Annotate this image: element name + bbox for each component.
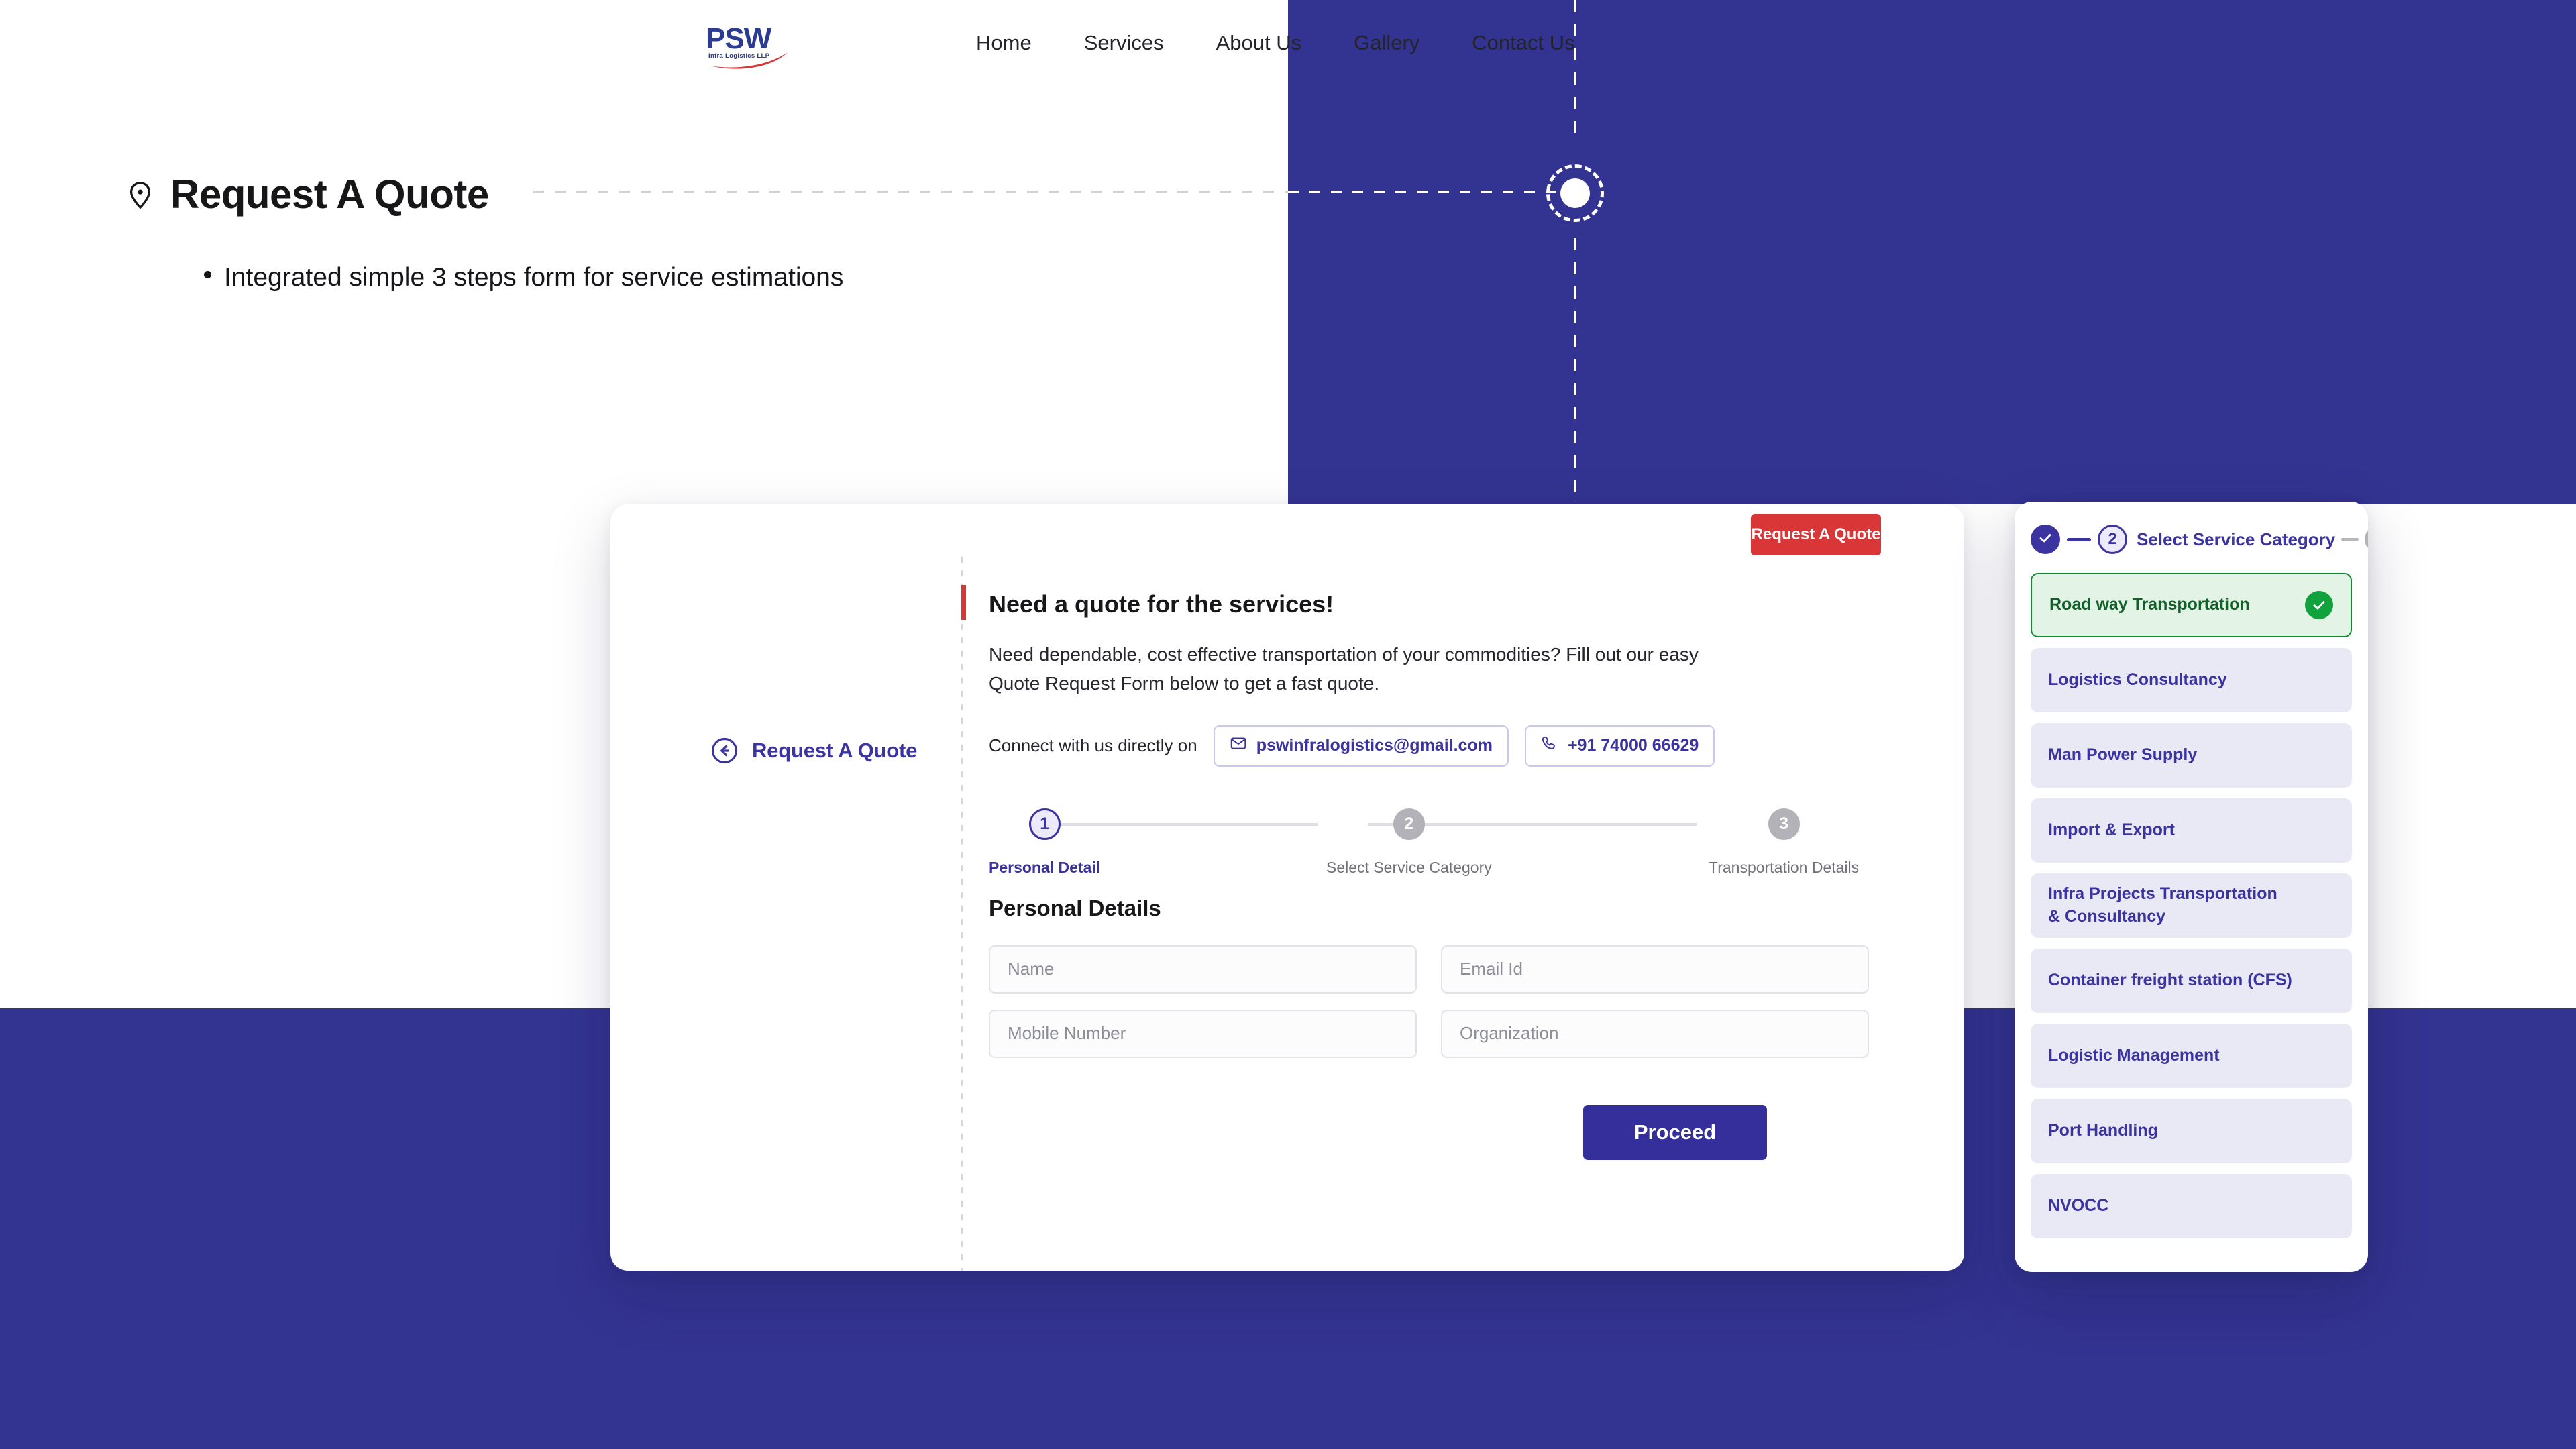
service-item-logistics-consultancy[interactable]: Logistics Consultancy [2031, 648, 2352, 712]
check-icon [2037, 530, 2053, 549]
nav-item-contact-us[interactable]: Contact Us [1472, 31, 1574, 55]
stepper-step-3-label: Transportation Details [1709, 858, 1860, 876]
back-link-label: Request A Quote [752, 739, 918, 762]
stepper-step-1-number: 1 [1028, 808, 1061, 840]
mobile-field[interactable]: Mobile Number [989, 1009, 1417, 1058]
node-dot-icon [1560, 178, 1590, 208]
dashed-connector-horizontal-over-purple [1288, 191, 1556, 193]
panel-step-2-label: Select Service Category [2137, 529, 2336, 549]
stepper-step-2[interactable]: 2 Select Service Category [1326, 808, 1492, 877]
service-item-label: Man Power Supply [2048, 745, 2198, 765]
service-item-label: Road way Transportation [2049, 595, 2250, 614]
nav-item-services[interactable]: Services [1084, 31, 1164, 55]
svg-text:PSW: PSW [706, 22, 772, 55]
service-item-logistic-management[interactable]: Logistic Management [2031, 1024, 2352, 1088]
panel-step-1-done[interactable] [2031, 525, 2060, 554]
page-title: Request A Quote [170, 172, 489, 217]
service-category-panel: 2 Select Service Category 3 Road way Tra… [2015, 502, 2368, 1272]
phone-chip[interactable]: +91 74000 66629 [1524, 724, 1715, 767]
page-title-row: Request A Quote [125, 171, 489, 217]
stepper-step-3-number: 3 [1768, 808, 1800, 840]
service-item-label: Logistics Consultancy [2048, 670, 2227, 690]
list-item: Integrated simple 3 steps form for servi… [201, 258, 843, 298]
dashed-connector-vertical-bottom [1574, 238, 1576, 506]
panel-stepper-segment-2 [2341, 538, 2359, 541]
service-item-man-power-supply[interactable]: Man Power Supply [2031, 723, 2352, 788]
hero-bullet-list: Integrated simple 3 steps form for servi… [201, 258, 843, 298]
proceed-row: Proceed [989, 1104, 1767, 1160]
service-item-import-and-export[interactable]: Import & Export [2031, 798, 2352, 863]
service-item-label: Import & Export [2048, 820, 2175, 840]
stepper-step-1[interactable]: 1 Personal Detail [989, 808, 1100, 877]
check-circle-icon [2305, 591, 2333, 619]
nav-item-home[interactable]: Home [976, 31, 1032, 55]
service-item-nvocc[interactable]: NVOCC [2031, 1174, 2352, 1238]
phone-chip-label: +91 74000 66629 [1567, 736, 1699, 755]
nav-item-gallery[interactable]: Gallery [1354, 31, 1419, 55]
personal-details-fields: Name Email Id Mobile Number Organization [989, 945, 1869, 1058]
form-stepper: 1 Personal Detail 2 Select Service Categ… [989, 808, 1859, 883]
svg-text:Infra Logistics LLP: Infra Logistics LLP [708, 52, 770, 60]
connect-row: Connect with us directly on pswinfralogi… [989, 724, 1786, 767]
service-item-label: Logistic Management [2048, 1046, 2220, 1065]
service-item-infra-projects-transportation[interactable]: Infra Projects Transportation & Consulta… [2031, 873, 2352, 938]
name-field-placeholder: Name [1008, 959, 1055, 979]
panel-step-2-current[interactable]: 2 [2098, 525, 2127, 554]
connect-label: Connect with us directly on [989, 735, 1197, 756]
section-title-personal-details: Personal Details [989, 895, 1161, 920]
service-item-label: NVOCC [2048, 1196, 2109, 1216]
dashed-connector-horizontal [533, 191, 1288, 193]
page-root: Request A Quote Integrated simple 3 step… [0, 0, 2576, 1449]
stepper-step-3[interactable]: 3 Transportation Details [1709, 808, 1859, 877]
mail-icon [1230, 735, 1247, 757]
stepper-step-2-label: Select Service Category [1326, 858, 1492, 876]
name-field[interactable]: Name [989, 945, 1417, 994]
mobile-field-placeholder: Mobile Number [1008, 1023, 1126, 1044]
stepper-step-1-label: Personal Detail [989, 858, 1101, 876]
email-field[interactable]: Email Id [1441, 945, 1869, 994]
form-heading-block: Need a quote for the services! [961, 585, 1786, 620]
organization-field[interactable]: Organization [1441, 1009, 1869, 1058]
back-to-request-a-quote-link[interactable]: Request A Quote [710, 737, 917, 765]
psw-logo[interactable]: PSW Infra Logistics LLP [704, 20, 795, 70]
nav-item-about-us[interactable]: About Us [1216, 31, 1302, 55]
arrow-left-circle-icon [710, 737, 739, 765]
service-item-road-way-transportation[interactable]: Road way Transportation [2031, 573, 2352, 637]
card-vertical-divider [961, 557, 963, 1271]
quote-form-column: Need a quote for the services! Need depe… [961, 585, 1869, 1160]
service-category-list: Road way Transportation Logistics Consul… [2031, 573, 2352, 1238]
location-pin-icon [125, 179, 156, 210]
service-item-label: Port Handling [2048, 1121, 2158, 1140]
stepper-step-2-number: 2 [1393, 808, 1425, 840]
panel-step-3-next[interactable]: 3 [2365, 526, 2368, 553]
site-nav-links: Home Services About Us Gallery Contact U… [976, 0, 1575, 86]
email-chip[interactable]: pswinfralogistics@gmail.com [1213, 724, 1509, 767]
service-item-container-freight-station[interactable]: Container freight station (CFS) [2031, 949, 2352, 1013]
organization-field-placeholder: Organization [1460, 1023, 1559, 1044]
form-description: Need dependable, cost effective transpor… [989, 644, 1699, 694]
email-chip-label: pswinfralogistics@gmail.com [1256, 736, 1493, 755]
panel-stepper: 2 Select Service Category 3 [2031, 519, 2368, 559]
service-item-port-handling[interactable]: Port Handling [2031, 1099, 2352, 1163]
request-a-quote-button[interactable]: Request A Quote [1751, 514, 1881, 555]
phone-icon [1541, 735, 1558, 757]
service-item-label: Infra Projects Transportation & Consulta… [2048, 884, 2277, 926]
panel-stepper-segment-1 [2067, 537, 2091, 541]
service-item-label: Container freight station (CFS) [2048, 971, 2292, 990]
email-field-placeholder: Email Id [1460, 959, 1523, 979]
proceed-button[interactable]: Proceed [1583, 1104, 1767, 1160]
form-title: Need a quote for the services! [989, 590, 1334, 618]
